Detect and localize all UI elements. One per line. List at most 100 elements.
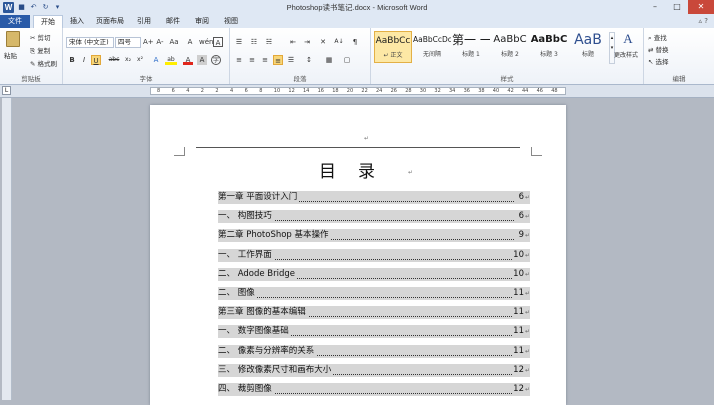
align-right-button[interactable]: ≡ (260, 55, 270, 65)
vertical-ruler[interactable] (2, 98, 12, 400)
toc-page-number: 9 (518, 229, 524, 243)
style-heading-2[interactable]: AaBbC 标题 2 (491, 31, 529, 63)
find-button[interactable]: ⌕ 查找 (648, 32, 667, 43)
align-center-button[interactable]: ≡ (247, 55, 257, 65)
highlight-color-button[interactable]: ab (165, 55, 177, 65)
decrease-indent-button[interactable]: ⇤ (288, 37, 298, 47)
font-color-button[interactable]: A (183, 55, 193, 65)
underline-button[interactable]: U (91, 55, 101, 65)
select-button[interactable]: ↖ 选择 (648, 56, 669, 66)
styles-scroll[interactable]: ▴ ▾ (609, 32, 615, 64)
toc-entry[interactable]: 一、 构图技巧 6 ↵ (218, 210, 530, 224)
tab-insert[interactable]: 插入 (64, 15, 90, 28)
toc-entry[interactable]: 一、 数字图像基础 11 ↵ (218, 325, 530, 339)
subscript-button[interactable]: x₂ (123, 55, 133, 65)
format-painter-label: 格式刷 (37, 60, 58, 68)
tab-mailings[interactable]: 邮件 (160, 15, 186, 28)
toc-entry[interactable]: 第三章 图像的基本编辑 11 ↵ (218, 306, 530, 320)
font-name-select[interactable]: 宋体 (中文正) (66, 37, 114, 48)
toc-entry[interactable]: 第二章 PhotoShop 基本操作 9 ↵ (218, 229, 530, 243)
toc-leader-dots (222, 288, 514, 298)
grow-font-button[interactable]: A+ (143, 37, 154, 47)
align-left-button[interactable]: ≡ (234, 55, 244, 65)
paste-icon[interactable] (6, 31, 20, 47)
paragraph-shading-button[interactable]: ▦ (324, 55, 334, 65)
tab-selector[interactable]: L (2, 86, 11, 95)
toc-entry[interactable]: 一、 工作界面 10 ↵ (218, 248, 530, 262)
style-no-spacing[interactable]: AaBbCcDc 无间隔 (413, 31, 451, 63)
document-page[interactable]: ↵ 目录 ↵ 第一章 平面设计入门 6 ↵ 一、 构图技巧 6 ↵ 第二章 PhotoSho… (150, 105, 566, 405)
select-label: 选择 (655, 58, 669, 66)
ruler-number: 6 (244, 88, 248, 94)
line-spacing-button[interactable]: ↕ (304, 55, 314, 65)
toc-entry[interactable]: 四、 裁剪图像 12 ↵ (218, 383, 530, 396)
ruler-number: 22 (361, 88, 368, 94)
justify-button[interactable]: ≡ (273, 55, 283, 65)
shrink-font-button[interactable]: A- (155, 37, 165, 47)
change-case-button[interactable]: Aa (169, 37, 179, 47)
toc-entry[interactable]: 三、 修改像素尺寸和画布大小 12 ↵ (218, 363, 530, 377)
numbering-button[interactable]: ☷ (249, 37, 259, 47)
chinese-layout-button[interactable]: ✕ (318, 37, 328, 47)
toc-entry[interactable]: 二、 Adode Bridge 10 ↵ (218, 267, 530, 281)
sort-button[interactable]: A↓ (334, 37, 344, 47)
ruler-number: 42 (507, 88, 514, 94)
bold-button[interactable]: B (67, 55, 77, 65)
char-shading-button[interactable]: A (197, 55, 207, 65)
text-effects-button[interactable]: A (151, 55, 161, 65)
superscript-button[interactable]: x² (135, 55, 145, 65)
style-name: 标题 2 (501, 51, 519, 58)
cut-label: 剪切 (37, 34, 51, 42)
enclose-chars-button[interactable]: 字 (211, 55, 221, 65)
style-name: 标题 1 (462, 51, 480, 58)
replace-button[interactable]: ⇄ 替换 (648, 44, 669, 54)
toc-entry[interactable]: 第一章 平面设计入门 6 ↵ (218, 191, 530, 204)
tab-home[interactable]: 开始 (33, 15, 63, 29)
close-button[interactable]: ✕ (688, 0, 714, 14)
style-normal[interactable]: AaBbCc ↵ 正文 (374, 31, 412, 63)
ruler-number: 26 (390, 88, 397, 94)
char-border-button[interactable]: A (213, 37, 223, 47)
paste-button[interactable]: 粘贴 (4, 50, 17, 60)
clear-format-button[interactable]: A (185, 37, 195, 47)
minimize-button[interactable]: – (644, 0, 666, 14)
copy-button[interactable]: ⎘ 复制 (30, 45, 50, 56)
toc-page-number: 11 (513, 287, 524, 300)
show-marks-button[interactable]: ¶ (350, 37, 360, 47)
italic-button[interactable]: I (79, 55, 89, 65)
maximize-button[interactable]: □ (666, 0, 688, 14)
change-styles-icon[interactable]: A (617, 31, 639, 47)
crop-mark-right (531, 147, 542, 156)
style-preview: AaB (574, 32, 602, 48)
select-icon: ↖ (648, 58, 654, 66)
bullets-button[interactable]: ☰ (234, 37, 244, 47)
ruler-number: 6 (171, 88, 175, 94)
tab-file[interactable]: 文件 (0, 15, 30, 28)
cut-button[interactable]: ✂ 剪切 (30, 32, 51, 42)
increase-indent-button[interactable]: ⇥ (302, 37, 312, 47)
tab-review[interactable]: 审阅 (189, 15, 215, 28)
styles-group-label: 样式 (500, 75, 514, 83)
ruler-number: 28 (405, 88, 412, 94)
tab-page-layout[interactable]: 页面布局 (92, 15, 128, 28)
toc-entry[interactable]: 二、 图像 11 ↵ (218, 287, 530, 300)
horizontal-ruler[interactable]: 8 6 4 2 2 4 6 8 10 12 14 16 18 20 22 24 26 28 30 32 34 36 38 40… (150, 87, 566, 95)
style-title[interactable]: AaB 标题 (569, 31, 607, 63)
toc-entry-text: 三、 修改像素尺寸和画布大小 (218, 363, 334, 377)
phonetic-guide-button[interactable]: wén (199, 37, 213, 47)
multilevel-list-button[interactable]: ☵ (264, 37, 274, 47)
change-styles-button[interactable]: 更改样式 (614, 50, 638, 59)
ribbon-help-icon[interactable]: ▵ ? (699, 17, 708, 25)
toc-entry[interactable]: 二、 像素与分辨率的关系 11 ↵ (218, 344, 530, 358)
tab-references[interactable]: 引用 (131, 15, 157, 28)
toc-entry-text: 第二章 PhotoShop 基本操作 (218, 229, 331, 243)
tab-view[interactable]: 视图 (218, 15, 244, 28)
format-painter-button[interactable]: ✎ 格式刷 (30, 58, 57, 68)
distributed-button[interactable]: ☰ (286, 55, 296, 65)
strikethrough-button[interactable]: abc (107, 55, 121, 65)
borders-button[interactable]: ▢ (342, 55, 352, 65)
font-size-select[interactable]: 四号 (115, 37, 141, 48)
style-heading-1[interactable]: 第一 一 标题 1 (452, 31, 490, 63)
style-heading-3[interactable]: AaBbC 标题 3 (530, 31, 568, 63)
ribbon: 粘贴 ✂ 剪切 ⎘ 复制 ✎ 格式刷 剪贴板 宋体 (中文正) 四号 A+ A-… (0, 28, 714, 85)
